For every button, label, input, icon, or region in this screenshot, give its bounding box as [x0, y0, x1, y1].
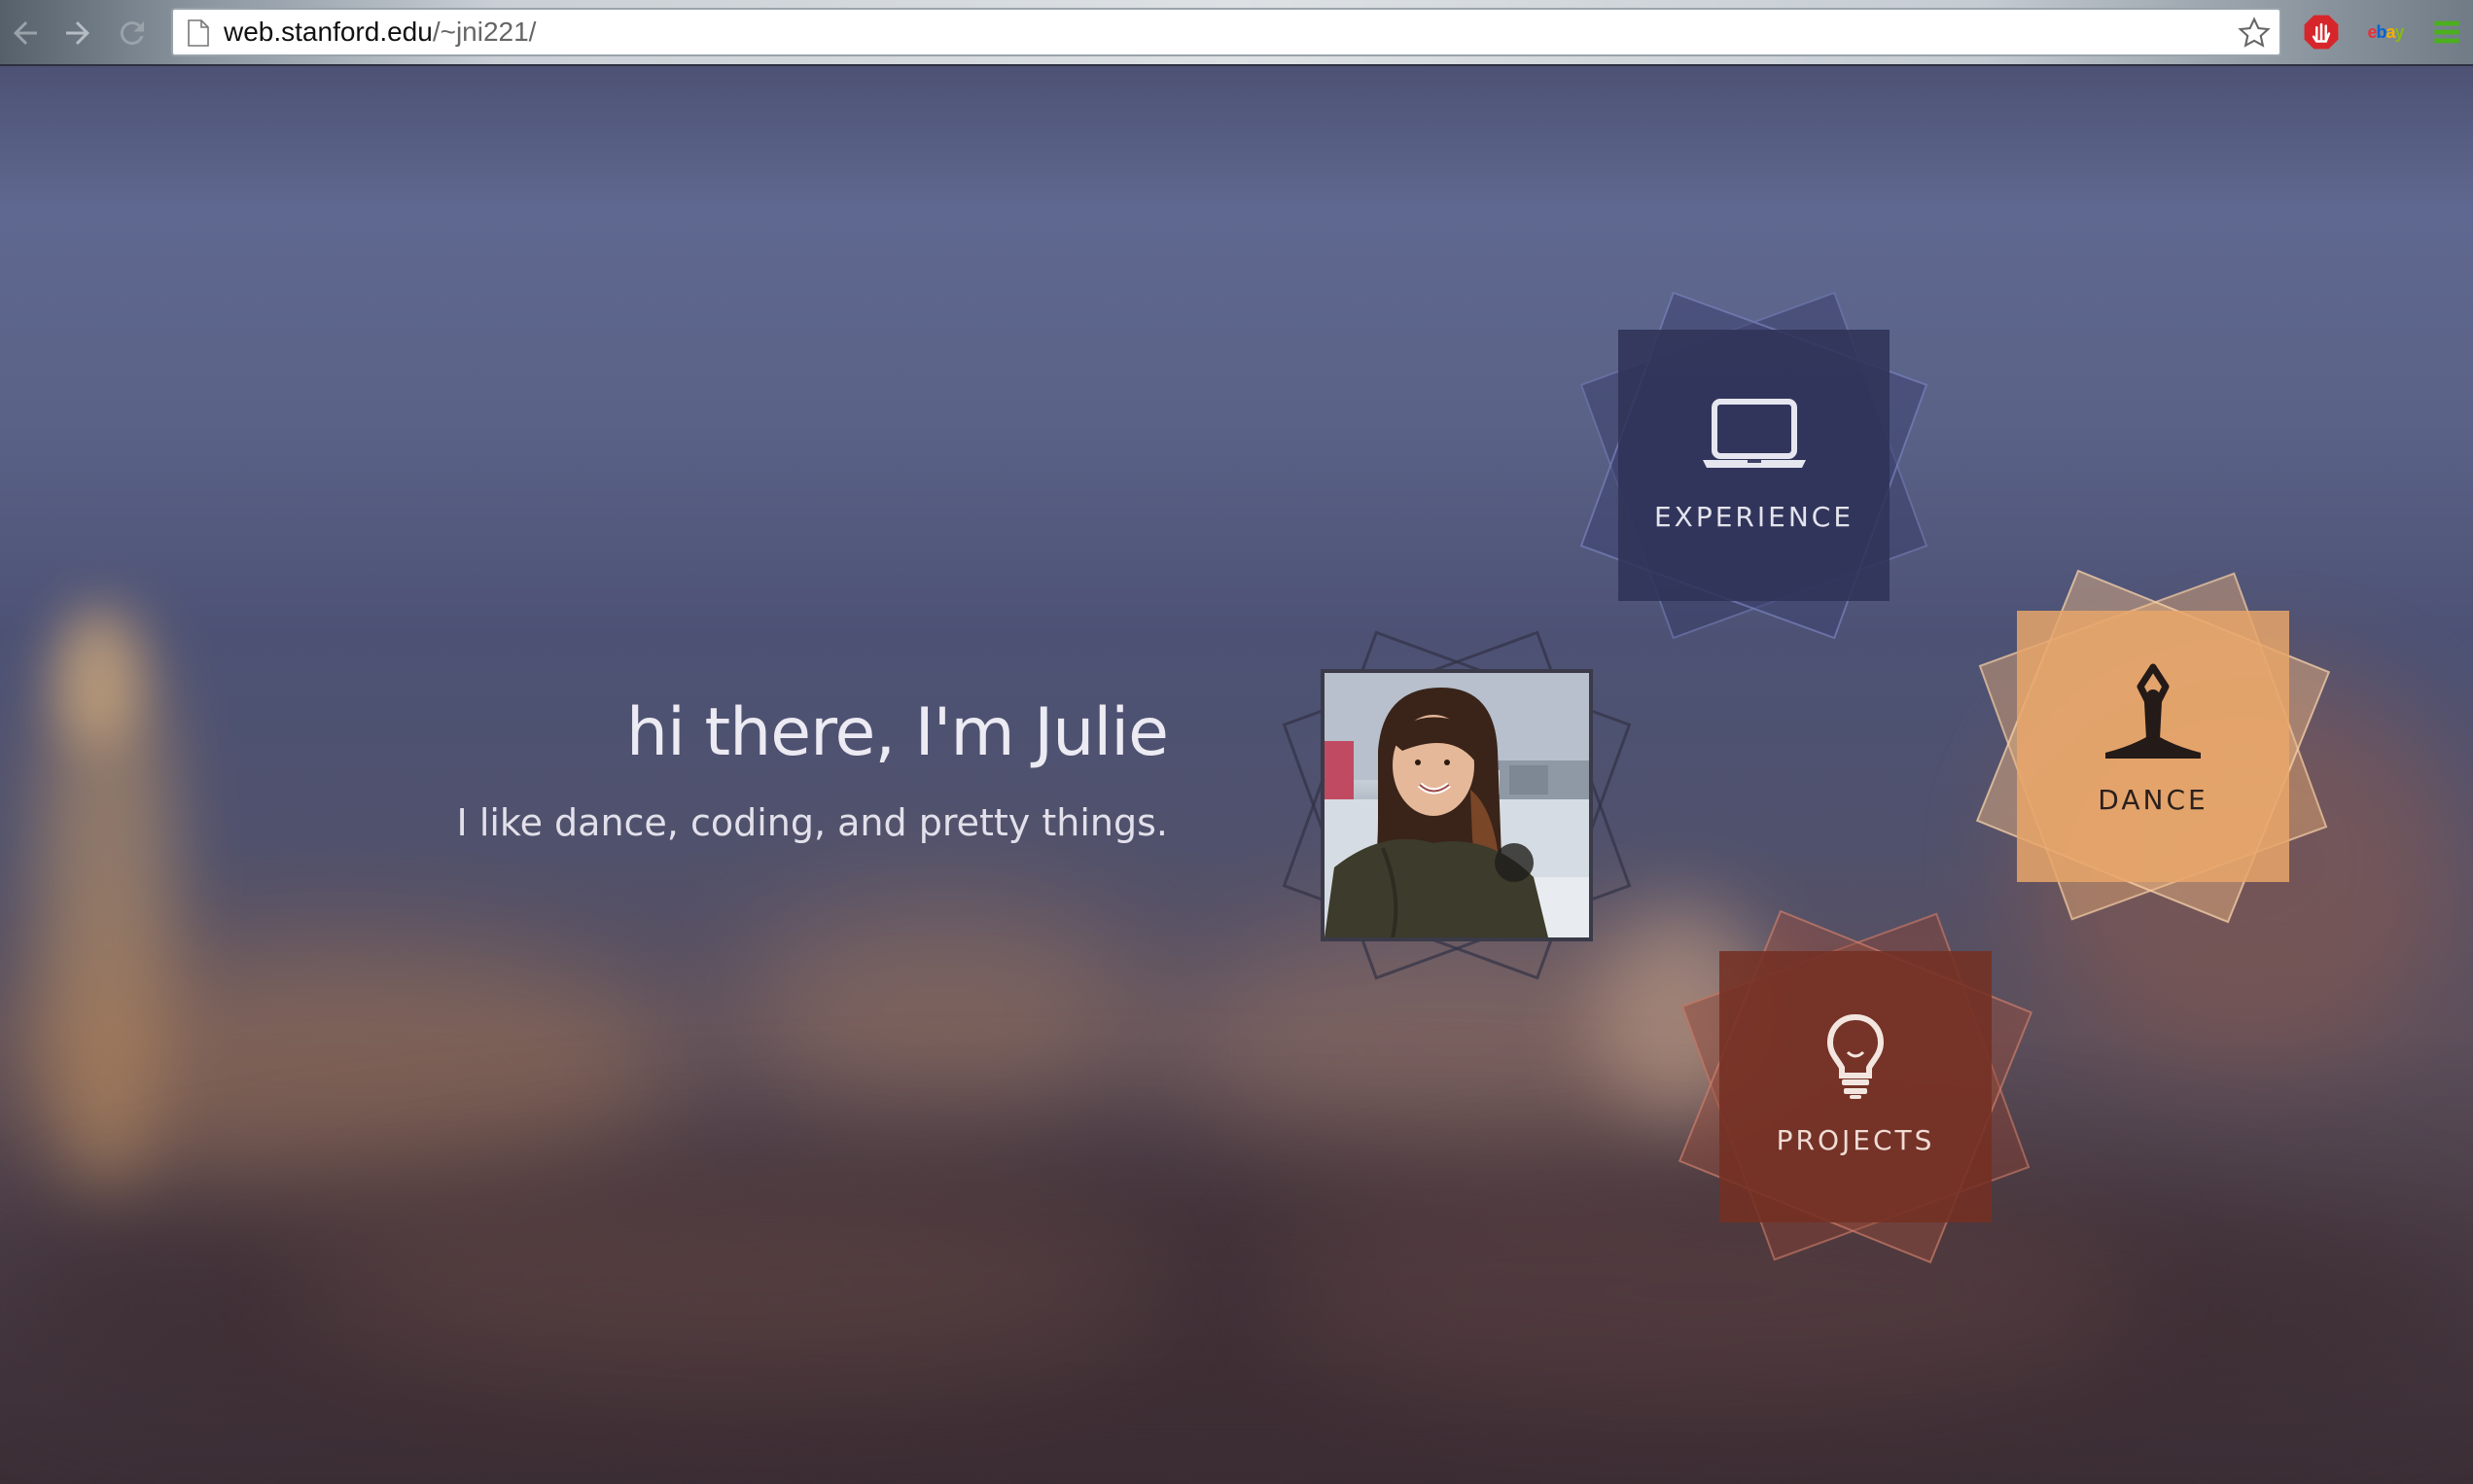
- page-icon: [188, 19, 209, 47]
- lightbulb-icon: [1826, 1013, 1885, 1099]
- profile-photo-group: [1282, 630, 1632, 980]
- profile-photo: [1321, 669, 1593, 941]
- extension-ebay-button[interactable]: ebay: [2361, 12, 2410, 53]
- hero-title: hi there, I'm Julie: [625, 694, 1169, 771]
- portrait-illustration: [1325, 673, 1589, 937]
- experience-label: EXPERIENCE: [1653, 501, 1855, 533]
- dance-tile[interactable]: DANCE: [1975, 569, 2331, 924]
- bookmark-star-icon[interactable]: [2237, 16, 2272, 51]
- hero-subtitle: I like dance, coding, and pretty things.: [456, 801, 1168, 844]
- reload-icon: [120, 21, 144, 46]
- url-host: web.stanford.edu: [224, 17, 433, 47]
- forward-arrow-icon: [66, 21, 89, 45]
- dance-label: DANCE: [2098, 784, 2208, 816]
- chrome-menu-button[interactable]: [2427, 12, 2466, 53]
- back-arrow-icon: [14, 21, 37, 45]
- experience-tile[interactable]: EXPERIENCE: [1579, 291, 1928, 640]
- page: web.stanford.edu/~jni221/ ebay hi there,…: [0, 0, 2473, 1484]
- hamburger-menu-icon: [2434, 20, 2459, 44]
- reload-button[interactable]: [111, 14, 154, 53]
- laptop-icon: [1702, 399, 1806, 468]
- url-path: /~jni221/: [432, 17, 537, 47]
- projects-label: PROJECTS: [1776, 1124, 1935, 1156]
- ebay-logo: ebay: [2367, 21, 2404, 42]
- back-button[interactable]: [4, 14, 47, 53]
- address-bar[interactable]: web.stanford.edu/~jni221/: [171, 8, 2281, 56]
- dancer-icon: [2105, 663, 2201, 759]
- forward-button[interactable]: [56, 14, 99, 53]
- browser-toolbar: web.stanford.edu/~jni221/ ebay: [0, 0, 2473, 66]
- url-text: web.stanford.edu/~jni221/: [224, 16, 536, 49]
- stop-hand-icon: [2304, 15, 2339, 50]
- projects-tile[interactable]: PROJECTS: [1678, 909, 2033, 1264]
- extension-stop-button[interactable]: [2301, 12, 2342, 53]
